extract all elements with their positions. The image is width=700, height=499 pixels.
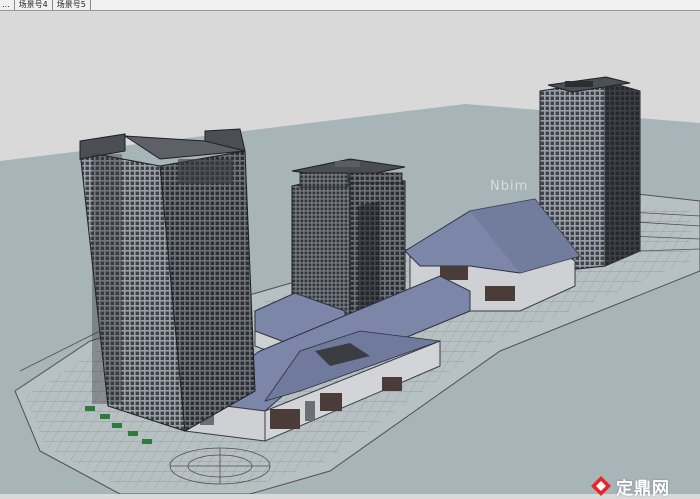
watermark-logo-text: 定鼎网 (616, 478, 670, 499)
scene-tab-prev[interactable]: ... (0, 0, 15, 10)
scene-tab-bar: ... 场景号4 场景号5 (0, 0, 700, 11)
left-tower (79, 128, 256, 432)
watermark-logo: 定鼎网 (590, 473, 698, 499)
scene-tab-4[interactable]: 场景号4 (15, 0, 53, 10)
model-viewport[interactable]: Nbim 定鼎网 (0, 11, 700, 499)
architectural-model-drawing (0, 11, 700, 494)
plaza-circle-pattern (169, 447, 271, 485)
watermark-text: Nbim (490, 179, 529, 194)
scene-tab-5[interactable]: 场景号5 (53, 0, 91, 10)
